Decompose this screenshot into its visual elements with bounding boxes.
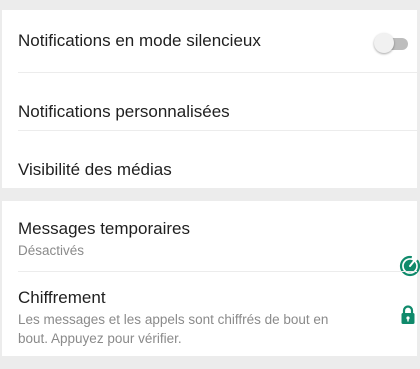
encryption-description-line1: Les messages et les appels sont chiffrés…: [18, 312, 329, 327]
custom-notifications-label: Notifications personnalisées: [18, 102, 230, 121]
encryption-label: Chiffrement: [18, 288, 106, 307]
silent-notifications-row[interactable]: Notifications en mode silencieux: [2, 10, 417, 72]
media-visibility-label: Visibilité des médias: [18, 160, 172, 179]
toggle-thumb: [374, 33, 394, 53]
settings-group-privacy: Messages temporaires Désactivés Chiffrem…: [2, 201, 420, 356]
disappearing-messages-row[interactable]: Messages temporaires Désactivés: [2, 201, 420, 277]
custom-notifications-row[interactable]: Notifications personnalisées: [2, 73, 417, 130]
encryption-row[interactable]: Chiffrement Les messages et les appels s…: [2, 272, 417, 356]
silent-notifications-label: Notifications en mode silencieux: [18, 31, 261, 50]
media-visibility-row[interactable]: Visibilité des médias: [2, 131, 417, 188]
disappearing-messages-label: Messages temporaires: [18, 219, 190, 238]
settings-group-notifications: Notifications en mode silencieux Notific…: [2, 10, 417, 188]
disappearing-messages-status: Désactivés: [18, 243, 85, 258]
silent-notifications-toggle[interactable]: [374, 32, 410, 54]
lock-icon: [401, 305, 415, 324]
encryption-description-line2: bout. Appuyez pour vérifier.: [18, 331, 182, 346]
